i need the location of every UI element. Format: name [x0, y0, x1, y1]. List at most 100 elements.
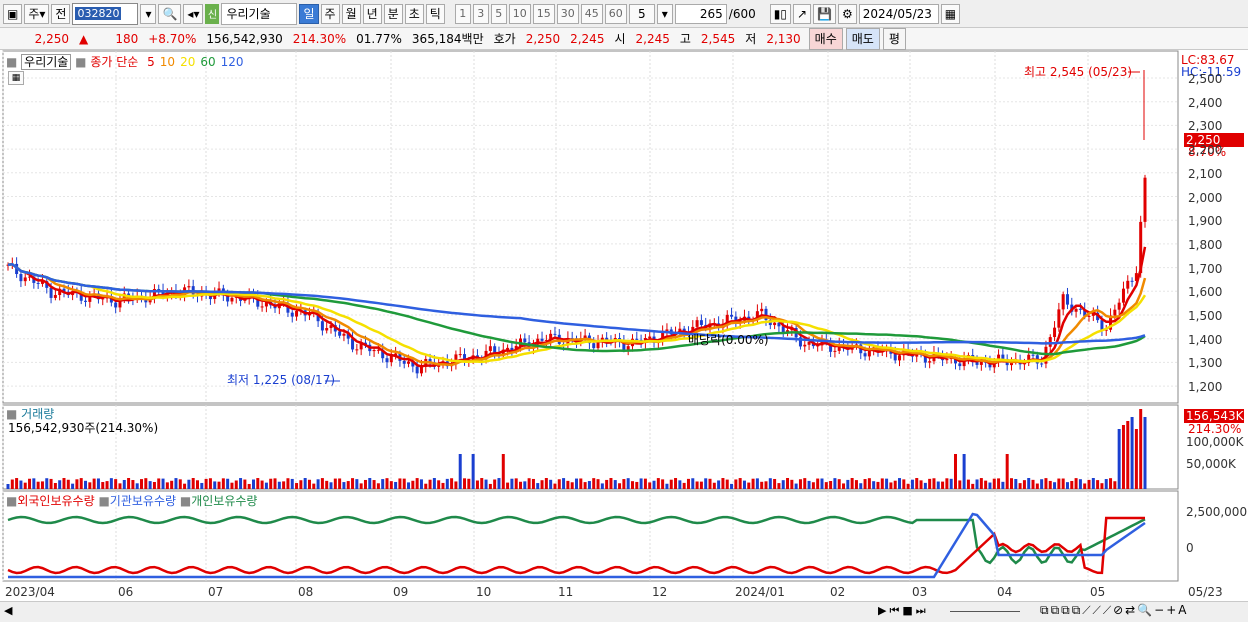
- chart-scroll-bar[interactable]: ◀ ▶⏮■⏭ ⧉⧉⧉⧉⟋⟋⟋⊘⇄🔍−+A: [0, 601, 1248, 622]
- volume-bar-81: [355, 479, 359, 489]
- volume-bar-142: [618, 483, 622, 489]
- stock-name-field[interactable]: 우리기술: [221, 2, 298, 25]
- candle-body-81: [355, 349, 359, 351]
- interval-3[interactable]: 10: [508, 3, 531, 24]
- calculator-icon[interactable]: ▦: [8, 71, 24, 85]
- interval-dropdown-icon[interactable]: ▾: [656, 3, 673, 24]
- interval-2[interactable]: 5: [490, 3, 507, 24]
- volume-bar-208: [902, 479, 906, 489]
- chart-settings-icon[interactable]: ▣: [3, 3, 23, 24]
- volume-bar-124: [540, 480, 544, 489]
- bar-count-input[interactable]: 265: [674, 3, 727, 24]
- stock-chart[interactable]: [0, 50, 1248, 601]
- ma-period-4: 120: [220, 55, 244, 69]
- volume-bar-104: [454, 481, 458, 489]
- interval-7[interactable]: 60: [604, 3, 627, 24]
- price-tick-4: 2,100: [1188, 166, 1223, 181]
- volume-bar-13: [62, 478, 66, 489]
- volume-bar-260: [1126, 421, 1130, 489]
- scroll-left-icon[interactable]: ◀: [4, 604, 12, 617]
- stock-code-input[interactable]: 032820: [72, 2, 139, 25]
- volume-bar-111: [484, 479, 488, 489]
- speaker-icon[interactable]: ◂▾: [183, 3, 204, 24]
- interval-6[interactable]: 45: [580, 3, 603, 24]
- volume-bar-82: [359, 483, 363, 489]
- date-input[interactable]: 2024/05/23: [858, 3, 939, 24]
- timeframe-6[interactable]: 틱: [425, 3, 445, 24]
- calendar-icon[interactable]: ▦: [940, 3, 961, 24]
- volume-bar-239: [1035, 483, 1039, 489]
- volume-bar-55: [243, 479, 247, 489]
- timeframe-1[interactable]: 주: [320, 3, 340, 24]
- bid-price: 2,245: [570, 31, 605, 46]
- draw-tool-icon[interactable]: ↗: [792, 3, 812, 24]
- volume-bar-38: [170, 480, 174, 489]
- volume-bar-186: [807, 480, 811, 489]
- timeframe-0[interactable]: 일: [299, 3, 319, 24]
- interval-0[interactable]: 1: [454, 3, 471, 24]
- volume-bar-190: [824, 482, 828, 489]
- average-button[interactable]: 평: [882, 27, 906, 50]
- candle-body-207: [898, 355, 902, 361]
- gear-icon[interactable]: ⚙: [837, 3, 857, 24]
- candle-body-52: [230, 297, 234, 302]
- volume-bar-86: [376, 483, 380, 489]
- volume-bar-56: [247, 483, 251, 489]
- volume-tick-50000k: 50,000K: [1186, 457, 1236, 471]
- code-dropdown-icon[interactable]: ▾: [140, 3, 157, 24]
- legend-stock-name[interactable]: 우리기술: [21, 54, 72, 70]
- price-tick-5: 2,000: [1188, 190, 1223, 205]
- timeframe-4[interactable]: 분: [383, 3, 403, 24]
- volume-bar-112: [488, 483, 492, 489]
- volume-bar-53: [234, 480, 238, 489]
- volume-bar-44: [196, 480, 199, 489]
- volume-ratio: 214.30%: [292, 31, 347, 46]
- search-icon[interactable]: 🔍: [158, 3, 182, 24]
- volume-bar-75: [329, 482, 333, 489]
- volume-bar-7: [36, 481, 40, 489]
- interval-value[interactable]: 5: [628, 3, 655, 24]
- timeframe-3[interactable]: 년: [362, 3, 382, 24]
- candle-type-icon[interactable]: ▮▯: [769, 3, 791, 24]
- timeframe-5[interactable]: 초: [404, 3, 424, 24]
- prev-button[interactable]: 전: [51, 3, 71, 24]
- volume-bar-233: [1009, 478, 1013, 489]
- volume-bar-255: [1104, 479, 1108, 489]
- volume-bar-125: [544, 478, 548, 489]
- volume-bar-232: [1005, 454, 1009, 489]
- volume-bar-15: [71, 483, 75, 489]
- date-tick-6: 11: [558, 585, 574, 599]
- volume-bar-135: [587, 481, 591, 489]
- volume-bar-173: [751, 478, 755, 489]
- volume-bar-245: [1061, 478, 1065, 489]
- volume-bar-218: [945, 478, 949, 489]
- playback-controls[interactable]: ▶⏮■⏭: [878, 604, 929, 618]
- candle-body-88: [385, 358, 389, 363]
- candle-body-3: [19, 274, 23, 282]
- timeframe-2[interactable]: 월: [341, 3, 361, 24]
- interval-4[interactable]: 15: [532, 3, 555, 24]
- volume-bar-263: [1139, 409, 1143, 489]
- volume-bar-78: [342, 482, 346, 489]
- holding-square-icon-1: ■: [6, 494, 18, 508]
- volume-bar-144: [626, 478, 630, 489]
- zoom-slider[interactable]: [950, 611, 1020, 612]
- volume-bar-127: [553, 483, 557, 489]
- low-marker: 최저 1,225 (08/17): [227, 373, 336, 387]
- candle-body-175: [760, 308, 764, 312]
- volume-bar-119: [519, 481, 523, 489]
- candle-body-161: [699, 320, 703, 325]
- candle-body-77: [338, 331, 342, 336]
- save-icon[interactable]: 💾: [813, 3, 836, 24]
- volume-bar-235: [1018, 483, 1022, 489]
- interval-5[interactable]: 30: [556, 3, 579, 24]
- volume-bar-49: [217, 481, 221, 489]
- interval-1[interactable]: 3: [472, 3, 489, 24]
- price-tick-2: 2,300: [1188, 119, 1223, 134]
- chart-tools-icons[interactable]: ⧉⧉⧉⧉⟋⟋⟋⊘⇄🔍−+A: [1040, 603, 1188, 618]
- volume-bar-23: [105, 481, 109, 489]
- sell-button[interactable]: 매도: [845, 27, 880, 50]
- volume-bar-227: [984, 480, 988, 489]
- buy-button[interactable]: 매수: [808, 27, 843, 50]
- period-type-select[interactable]: 주 ▾: [24, 3, 50, 24]
